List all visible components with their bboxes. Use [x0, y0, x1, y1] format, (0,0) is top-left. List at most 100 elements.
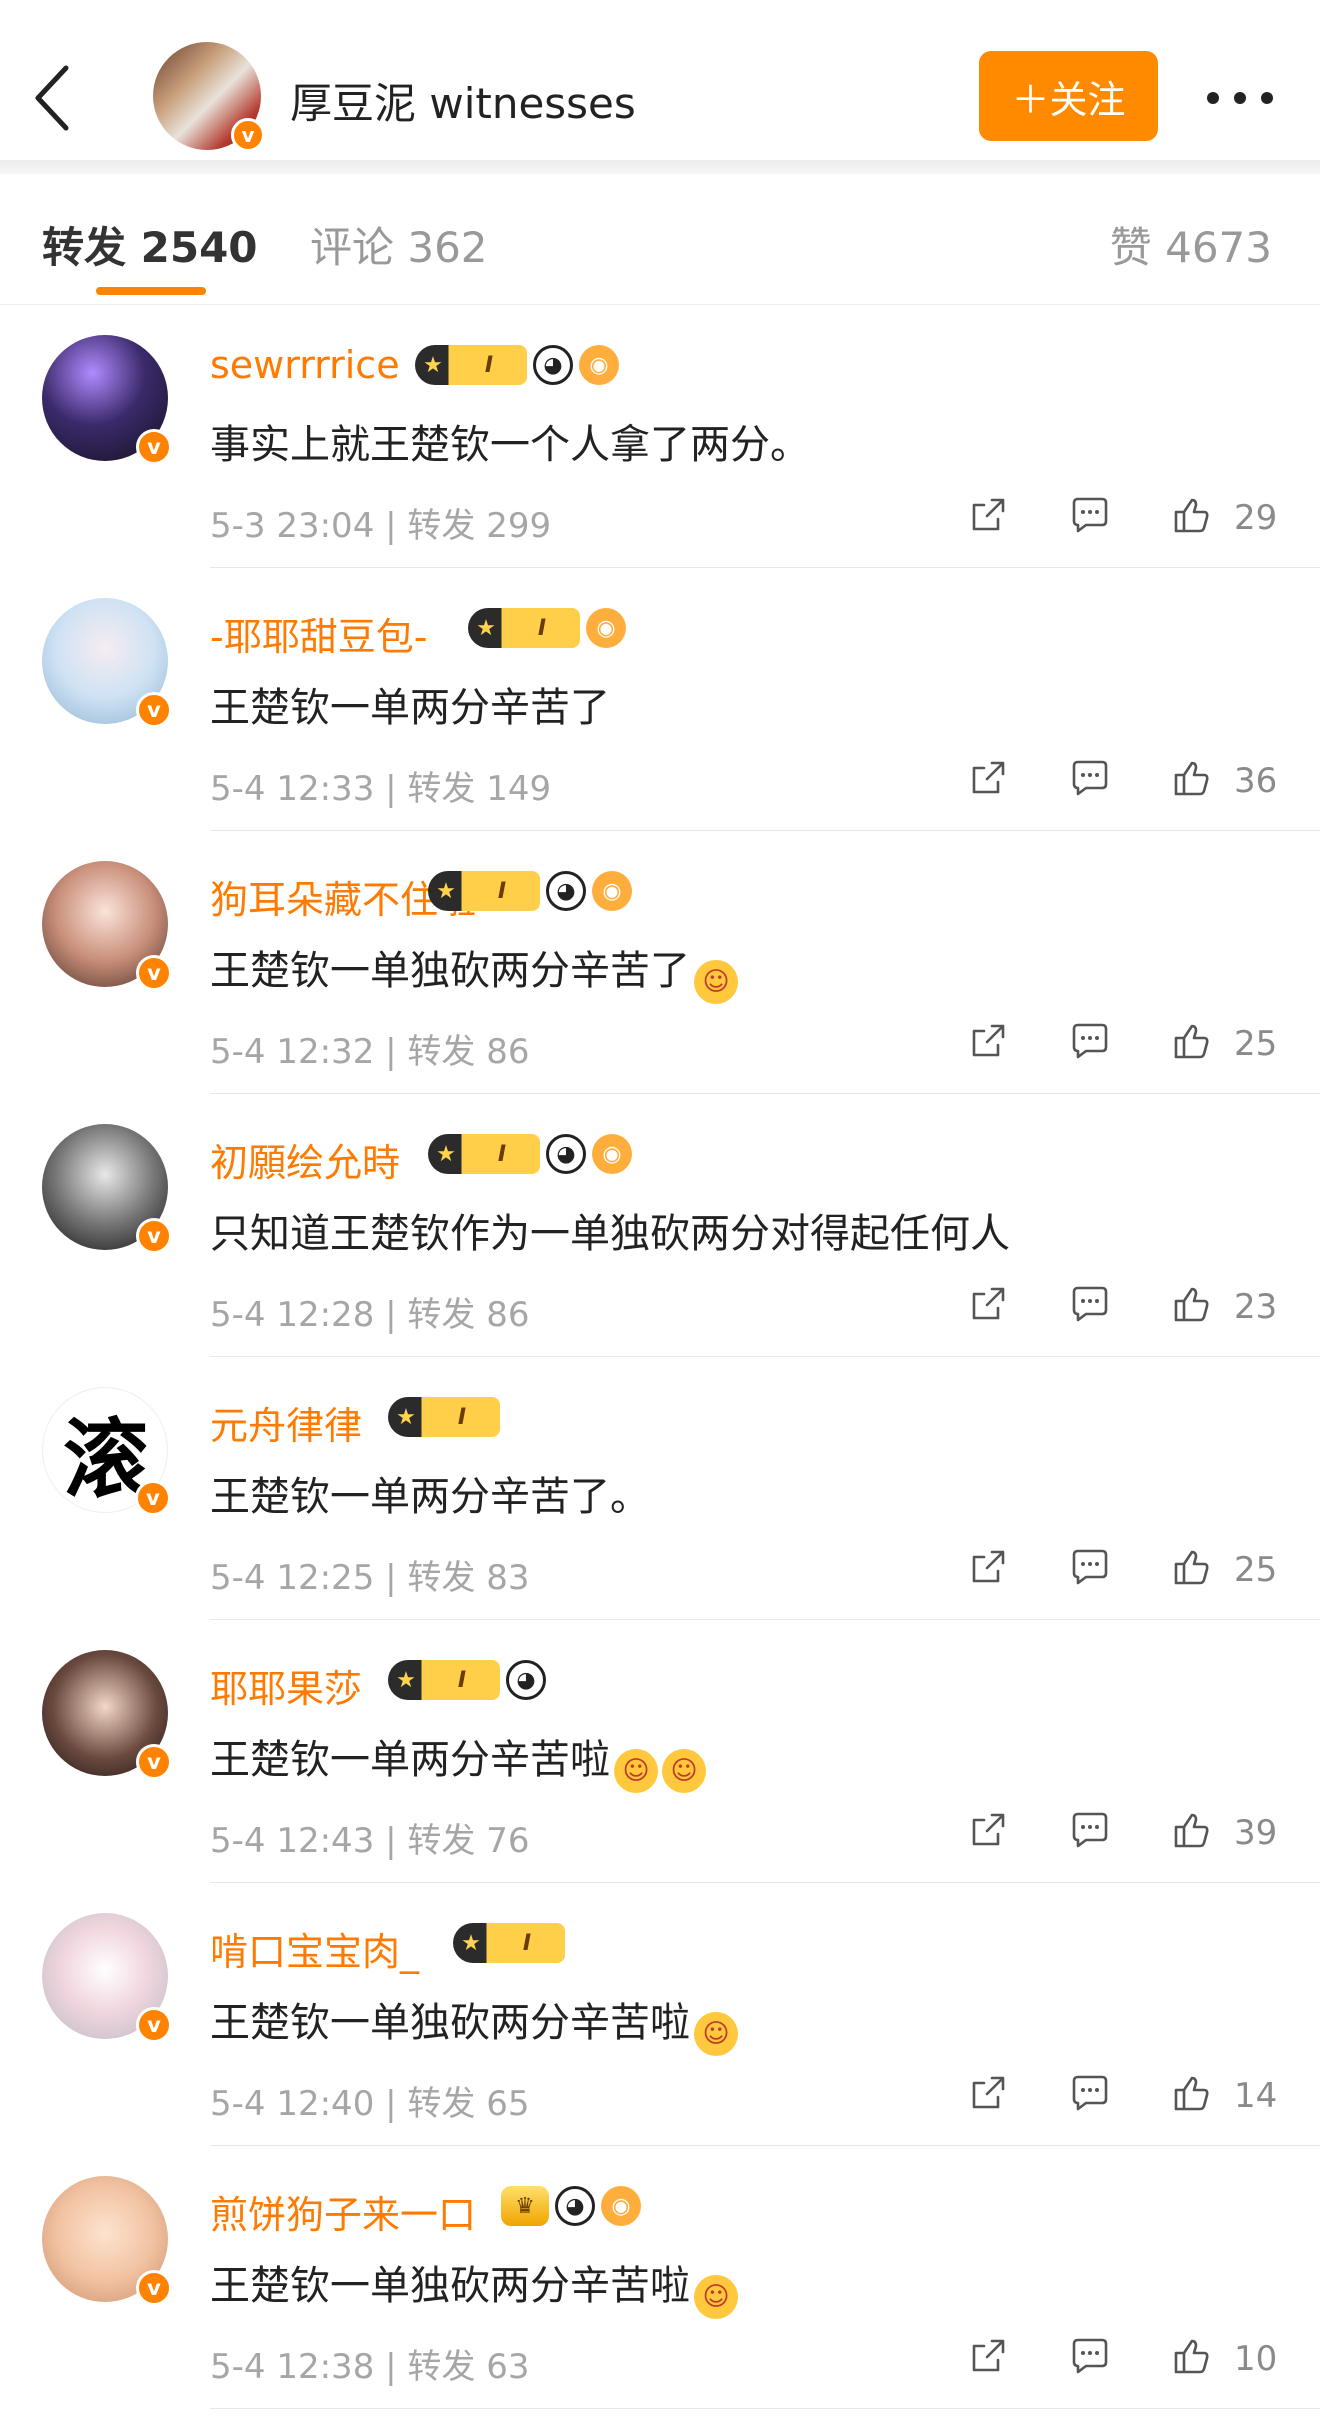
panda-badge-icon: ◕ — [546, 871, 586, 911]
comment-text-content: 只知道王楚钦作为一单独砍两分对得起任何人 — [210, 1211, 1010, 1257]
avatar[interactable]: v — [42, 335, 172, 465]
panda-badge-icon: ◕ — [555, 2186, 595, 2226]
comment-item[interactable]: v 狗耳朵藏不住啦 ★ I ◕ ◉ 王楚钦一单独砍两分辛苦了 ☺ 5-4 12:32 | 转发 … — [0, 831, 1320, 1094]
account-name[interactable]: 厚豆泥 witnesses — [290, 70, 636, 131]
comment-item[interactable]: v 耶耶果莎 ★ I ◕ 王楚钦一单两分辛苦啦 ☺ ☺ 5-4 12:43 | 转发 76 39 — [0, 1620, 1320, 1883]
comment-text-content: 王楚钦一单两分辛苦了。 — [210, 1474, 650, 1520]
comment-text-content: 王楚钦一单两分辛苦了 — [210, 685, 610, 731]
like-count: 14 — [1234, 2076, 1278, 2116]
member-crown-badge-icon: ★ I — [468, 608, 580, 648]
like-icon[interactable] — [1172, 1284, 1212, 1324]
comment-item[interactable]: v sewrrrrice ★ I ◕ ◉ 事实上就王楚钦一个人拿了两分。 5-3 23:04 … — [0, 305, 1320, 568]
row-divider — [210, 2408, 1320, 2409]
chevron-left-icon[interactable] — [30, 58, 80, 138]
emoji-icon: ☺ — [694, 2012, 738, 2056]
username[interactable]: 元舟律律 — [210, 1395, 362, 1450]
comment-icon[interactable] — [1070, 2336, 1110, 2376]
top-bar: v 厚豆泥 witnesses ＋关注 — [0, 0, 1320, 160]
avatar[interactable]: v — [42, 861, 172, 991]
tab-repost[interactable]: 转发 2540 — [42, 214, 258, 275]
avatar[interactable]: v — [42, 1124, 172, 1254]
comment-icon[interactable] — [1070, 495, 1110, 535]
share-icon[interactable] — [968, 758, 1008, 798]
verified-badge-icon: v — [231, 118, 265, 152]
share-icon[interactable] — [968, 495, 1008, 535]
comment-meta: 5-4 12:43 | 转发 76 — [210, 1821, 530, 1861]
user-badges: ★ I — [388, 1395, 500, 1439]
emoji-icon: ☺ — [614, 1749, 658, 1793]
comment-icon[interactable] — [1070, 1810, 1110, 1850]
member-crown-badge-icon: ★ I — [428, 1134, 540, 1174]
member-crown-badge-icon: ★ I — [415, 345, 527, 385]
share-icon[interactable] — [968, 1547, 1008, 1587]
share-icon[interactable] — [968, 1021, 1008, 1061]
comment-text-content: 王楚钦一单独砍两分辛苦啦 — [210, 2000, 690, 2046]
avatar[interactable]: 滚v — [42, 1387, 171, 1516]
avatar[interactable]: v — [42, 2176, 172, 2306]
share-icon[interactable] — [968, 1284, 1008, 1324]
comment-icon[interactable] — [1070, 1547, 1110, 1587]
user-badges: ★ I ◕ ◉ — [428, 869, 632, 913]
follow-button[interactable]: ＋关注 — [979, 51, 1158, 141]
username[interactable]: sewrrrrice — [210, 343, 400, 387]
verified-badge-icon: v — [136, 1218, 172, 1254]
username[interactable]: -耶耶甜豆包- — [210, 606, 427, 661]
verified-badge-icon: v — [136, 692, 172, 728]
active-tab-indicator — [96, 287, 206, 295]
comment-icon[interactable] — [1070, 2073, 1110, 2113]
comment-item[interactable]: 滚 v 元舟律律 ★ I 王楚钦一单两分辛苦了。 5-4 12:25 | 转发 83 25 — [0, 1357, 1320, 1620]
share-icon[interactable] — [968, 1810, 1008, 1850]
comment-text: 王楚钦一单两分辛苦了。 — [210, 1464, 650, 1522]
member-crown-badge-icon: ★ I — [388, 1660, 500, 1700]
username[interactable]: 耶耶果莎 — [210, 1658, 362, 1713]
account-avatar[interactable]: v — [153, 42, 265, 152]
comment-meta: 5-3 23:04 | 转发 299 — [210, 506, 552, 546]
verified-badge-icon: v — [136, 2007, 172, 2043]
like-icon[interactable] — [1172, 1547, 1212, 1587]
username[interactable]: 煎饼狗子来一口 — [210, 2184, 476, 2239]
avatar[interactable]: v — [42, 1650, 172, 1780]
comment-text-content: 王楚钦一单两分辛苦啦 — [210, 1737, 610, 1783]
comment-item[interactable]: v 煎饼狗子来一口 ♛ ◕ ◉ 王楚钦一单独砍两分辛苦啦 ☺ 5-4 12:38 | 转发 6… — [0, 2146, 1320, 2409]
verified-badge-icon: v — [136, 1744, 172, 1780]
comment-icon[interactable] — [1070, 758, 1110, 798]
like-count: 10 — [1234, 2339, 1278, 2379]
share-icon[interactable] — [968, 2336, 1008, 2376]
fish-badge-icon: ◉ — [592, 871, 632, 911]
comment-item[interactable]: v -耶耶甜豆包- ★ I ◉ 王楚钦一单两分辛苦了 5-4 12:33 | 转发 149 3… — [0, 568, 1320, 831]
more-horizontal-icon[interactable] — [1205, 88, 1275, 108]
comment-text-content: 王楚钦一单独砍两分辛苦了 — [210, 948, 690, 994]
like-icon[interactable] — [1172, 2073, 1212, 2113]
tab-comment[interactable]: 评论 362 — [310, 214, 488, 275]
like-count: 23 — [1234, 1287, 1278, 1327]
panda-badge-icon: ◕ — [533, 345, 573, 385]
verified-badge-icon: v — [136, 2270, 172, 2306]
avatar[interactable]: v — [42, 1913, 172, 2043]
like-icon[interactable] — [1172, 758, 1212, 798]
like-icon[interactable] — [1172, 1021, 1212, 1061]
comment-text: 王楚钦一单独砍两分辛苦了 ☺ — [210, 938, 738, 1004]
tab-like[interactable]: 赞 4673 — [1110, 214, 1272, 275]
header-divider — [0, 160, 1320, 174]
crown-badge-icon: ♛ — [501, 2186, 549, 2226]
comment-icon[interactable] — [1070, 1284, 1110, 1324]
comment-item[interactable]: v 初願绘允時 ★ I ◕ ◉ 只知道王楚钦作为一单独砍两分对得起任何人 5-4 12:28 … — [0, 1094, 1320, 1357]
comment-icon[interactable] — [1070, 1021, 1110, 1061]
comment-text: 只知道王楚钦作为一单独砍两分对得起任何人 — [210, 1201, 1010, 1259]
like-icon[interactable] — [1172, 1810, 1212, 1850]
share-icon[interactable] — [968, 2073, 1008, 2113]
like-count: 25 — [1234, 1024, 1278, 1064]
avatar[interactable]: v — [42, 598, 172, 728]
comment-item[interactable]: v 啃口宝宝肉_ ★ I 王楚钦一单独砍两分辛苦啦 ☺ 5-4 12:40 | 转发 65 1… — [0, 1883, 1320, 2146]
panda-badge-icon: ◕ — [506, 1660, 546, 1700]
comment-text: 王楚钦一单两分辛苦了 — [210, 675, 610, 733]
like-icon[interactable] — [1172, 2336, 1212, 2376]
emoji-icon: ☺ — [694, 960, 738, 1004]
member-crown-badge-icon: ★ I — [453, 1923, 565, 1963]
username[interactable]: 初願绘允時 — [210, 1132, 400, 1187]
username[interactable]: 啃口宝宝肉_ — [210, 1921, 419, 1976]
like-icon[interactable] — [1172, 495, 1212, 535]
comment-meta: 5-4 12:25 | 转发 83 — [210, 1558, 530, 1598]
user-badges: ★ I ◕ ◉ — [415, 343, 619, 387]
panda-badge-icon: ◕ — [546, 1134, 586, 1174]
